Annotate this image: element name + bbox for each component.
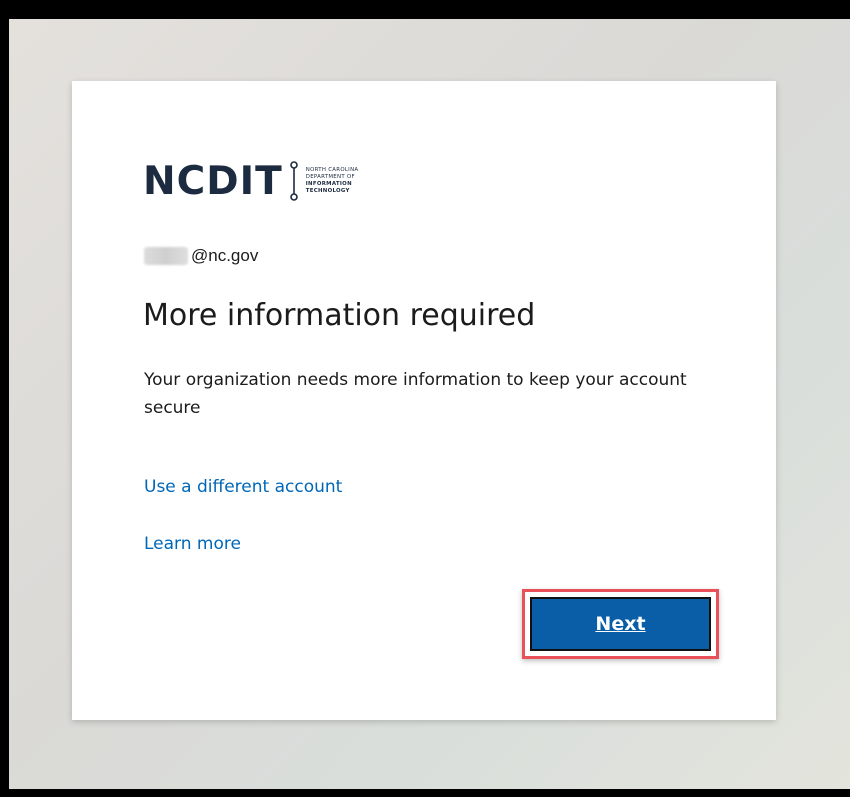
logo-sub-line: Information bbox=[305, 181, 352, 187]
logo-sub-line: North Carolina bbox=[305, 166, 359, 173]
logo-divider-icon bbox=[289, 161, 298, 201]
account-identity: @nc.gov bbox=[144, 244, 258, 268]
next-button[interactable]: Next bbox=[530, 597, 711, 651]
logo-wordmark: NCDIT bbox=[143, 158, 283, 204]
learn-more-link[interactable]: Learn more bbox=[144, 534, 241, 554]
logo-subtitle: North Carolina Department of Information… bbox=[306, 167, 359, 196]
page-title: More information required bbox=[143, 298, 536, 333]
ncdit-logo: NCDIT North Carolina Department of Infor… bbox=[143, 159, 358, 203]
logo-sub-line: Technology bbox=[305, 188, 350, 195]
logo-sub-line: Department of bbox=[305, 173, 355, 180]
sign-in-card: NCDIT North Carolina Department of Infor… bbox=[72, 81, 776, 720]
page-description: Your organization needs more information… bbox=[144, 370, 687, 418]
use-different-account-link[interactable]: Use a different account bbox=[144, 477, 342, 497]
email-domain: @nc.gov bbox=[191, 246, 259, 265]
redacted-username bbox=[144, 247, 188, 265]
